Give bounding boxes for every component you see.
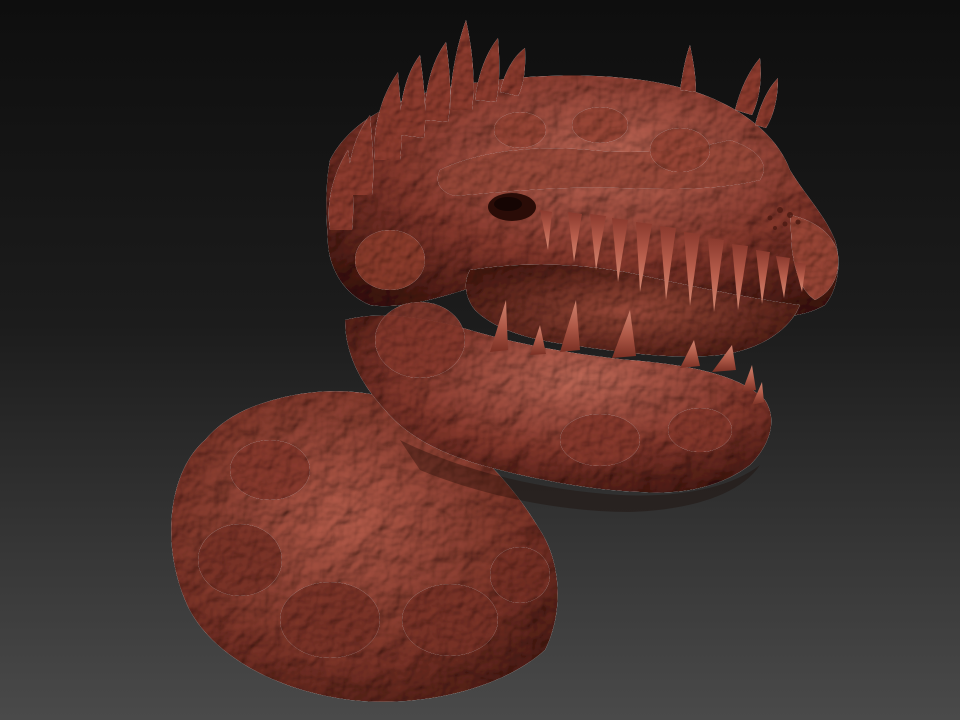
sculpt-viewport[interactable] <box>0 0 960 720</box>
sculpt-canvas <box>0 0 960 720</box>
